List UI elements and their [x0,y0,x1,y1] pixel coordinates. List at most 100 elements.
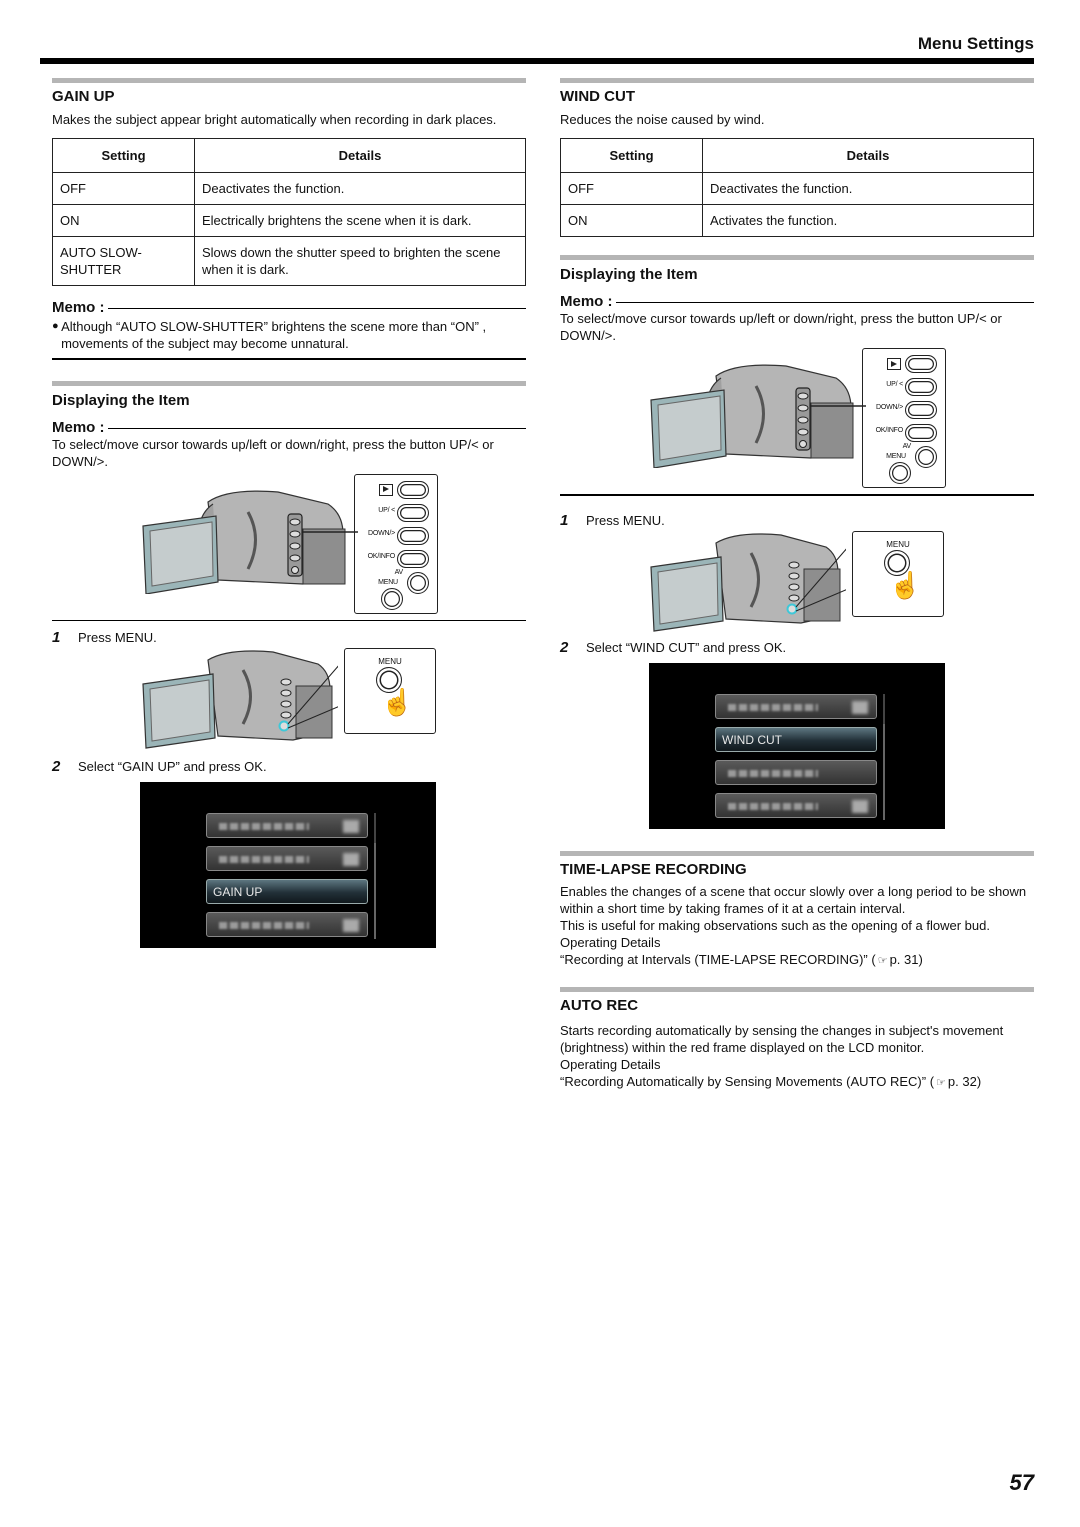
blurred-icon [852,799,868,813]
memo-bottom-rule [52,358,526,360]
lcd-menu-item-label: WIND CUT [722,732,782,747]
menu-button-panel: MENU ☝ [344,648,436,734]
playback-button[interactable] [905,355,937,373]
menu-label: MENU [886,453,906,460]
menu-button[interactable] [381,587,403,610]
auto-rec-description: Starts recording automatically by sensin… [560,1022,1034,1092]
reference-link[interactable]: “Recording Automatically by Sensing Move… [560,1074,926,1089]
down-label: DOWN/> [876,404,903,411]
table-row: OFF Deactivates the function. [52,172,526,205]
step-2: 2 Select “GAIN UP” and press OK. [52,758,526,775]
up-button[interactable] [905,378,937,396]
blurred-icon [343,919,359,932]
operating-details-label: Operating Details [560,934,661,950]
table-header-row: Setting Details [560,138,1034,173]
lcd-menu-item-wind-cut[interactable]: WIND CUT [715,726,877,752]
step-1: 1 Press MENU. [52,629,526,646]
wind-cut-section: WIND CUT Reduces the noise caused by win… [560,78,1034,1092]
page-reference[interactable]: p. 31) [890,952,923,967]
camcorder-icon [650,532,846,632]
section-bar [52,78,526,83]
operating-details-label: Operating Details [560,1056,661,1072]
lcd-menu-item[interactable] [715,792,877,818]
auto-rec-line: Starts recording automatically by sensin… [560,1022,1004,1055]
down-button[interactable] [397,526,429,545]
menu-button[interactable] [889,462,911,484]
down-label: DOWN/> [368,529,395,537]
details-cell: Deactivates the function. [194,172,526,205]
menu-panel-label: MENU [378,657,402,666]
ok-info-label: OK/INFO [875,427,904,434]
table-row: OFF Deactivates the function. [560,172,1034,205]
wind-cut-description: Reduces the noise caused by wind. [560,112,765,127]
lcd-menu-item[interactable] [206,846,368,871]
blurred-text [219,922,309,929]
step-number: 2 [560,638,569,656]
lcd-scrollbar[interactable] [883,693,885,820]
details-cell: Activates the function. [702,204,1034,237]
table-row: AUTO SLOW-SHUTTER Slows down the shutter… [52,236,526,286]
step-text: Select “GAIN UP” and press OK. [78,759,267,774]
lcd-scrollbar[interactable] [374,813,376,939]
ok-info-button[interactable] [905,424,937,442]
av-button[interactable] [915,446,937,468]
section-bar [52,380,526,386]
step-text: Press MENU. [78,630,157,645]
memo-heading: Memo : [52,299,526,316]
ok-info-button[interactable] [397,549,429,568]
page-header-title: Menu Settings [917,34,1034,53]
up-label: UP/ < [378,506,395,514]
playback-icon [379,483,393,496]
page-reference[interactable]: p. 32) [948,1074,981,1089]
blurred-icon [343,853,359,866]
down-button[interactable] [905,401,937,419]
reference-link[interactable]: “Recording at Intervals (TIME-LAPSE RECO… [560,952,868,967]
memo-text: To select/move cursor towards up/left or… [560,311,1002,343]
up-button[interactable] [397,503,429,522]
step-1: 1 Press MENU. [560,512,1034,529]
step-number: 1 [560,511,569,529]
setting-cell: OFF [52,172,195,205]
lcd-menu-item[interactable] [715,759,877,785]
pointing-hand-icon: ☝ [889,569,922,600]
illustration-bottom-rule [560,494,1034,496]
table-row: ON Activates the function. [560,204,1034,237]
displaying-item-title: Displaying the Item [560,266,698,283]
menu-button-panel: MENU ☝ [852,530,944,617]
blurred-text [728,769,818,777]
playback-icon [887,358,901,370]
lcd-menu-item[interactable] [206,813,368,838]
memo-text: To select/move cursor towards up/left or… [52,436,494,469]
buttons-panel: UP/ < DOWN/> OK/INFO AV MENU [862,348,946,488]
blurred-icon [343,820,359,833]
camera-buttons-illustration: UP/ < DOWN/> OK/INFO AV MENU [52,470,526,618]
press-menu-illustration: MENU ☝ [560,529,1034,639]
setting-cell: OFF [560,172,703,205]
table-row: ON Electrically brightens the scene when… [52,204,526,237]
displaying-item-title: Displaying the Item [52,391,190,409]
ok-info-label: OK/INFO [367,552,396,560]
av-button[interactable] [407,571,429,594]
step-text: Press MENU. [586,512,665,528]
lcd-menu-item-gain-up[interactable]: GAIN UP [206,879,368,904]
menu-label: MENU [378,578,398,586]
paren-open: ( [929,1073,935,1089]
time-lapse-line: Enables the changes of a scene that occu… [560,883,1027,916]
illustration-bottom-rule [52,619,526,621]
section-bar [560,255,1034,260]
lcd-menu-item[interactable] [206,912,368,937]
page-reference-icon: ☞ [936,1076,946,1089]
playback-button[interactable] [397,480,429,499]
paren-open: ( [871,951,876,967]
details-cell: Slows down the shutter speed to brighten… [194,236,526,286]
lcd-menu-item[interactable] [715,693,877,719]
bullet-icon: ● [52,320,59,332]
table-header-setting: Setting [560,138,703,173]
blurred-text [219,823,309,830]
pointing-hand-icon: ☝ [381,687,414,717]
scrollbar-thumb[interactable] [883,693,885,724]
av-label: AV [394,568,404,576]
memo-label: Memo : [52,299,105,316]
scrollbar-thumb[interactable] [374,813,376,843]
av-label: AV [902,443,912,450]
